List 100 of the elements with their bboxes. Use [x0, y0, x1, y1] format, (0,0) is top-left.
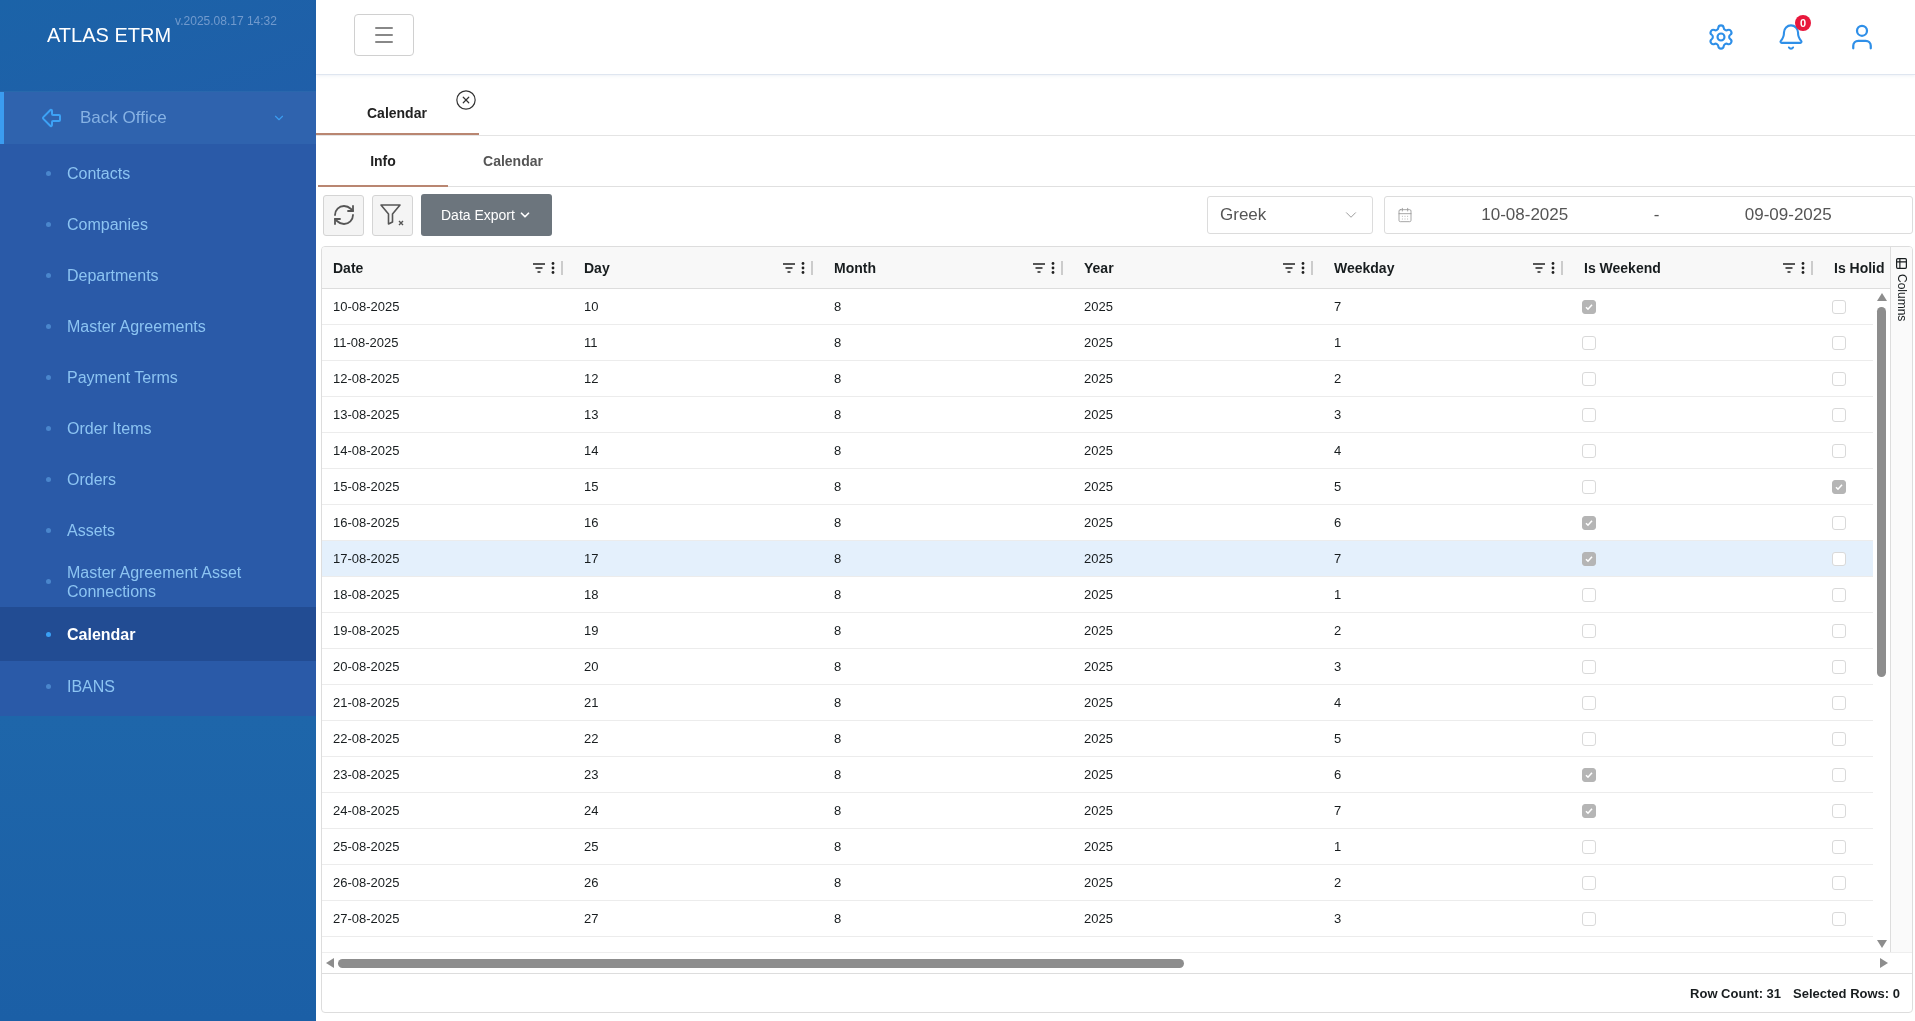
column-header[interactable]: Month: [823, 247, 1073, 288]
menu-item[interactable]: Contacts: [0, 148, 316, 199]
menu-group-label: Back Office: [80, 108, 168, 128]
table-cell: 2025: [1084, 407, 1113, 422]
menu-item[interactable]: Orders: [0, 454, 316, 505]
column-header[interactable]: Date: [322, 247, 573, 288]
column-header[interactable]: Day: [573, 247, 823, 288]
column-header[interactable]: Is Weekend: [1573, 247, 1823, 288]
settings-icon[interactable]: [1707, 23, 1735, 51]
column-menu-icon[interactable]: [1551, 261, 1555, 274]
document-tab[interactable]: Calendar: [316, 75, 479, 135]
table-cell: 8: [834, 911, 842, 926]
table-cell: 2025: [1084, 479, 1113, 494]
table-row[interactable]: 17-08-2025 17 8 2025 7: [322, 541, 1873, 577]
table-cell: 26-08-2025: [333, 875, 400, 890]
table-cell: 8: [834, 659, 842, 674]
table-cell: 15: [584, 479, 599, 494]
table-cell: 2025: [1084, 839, 1113, 854]
columns-panel-tab[interactable]: Columns: [1890, 247, 1912, 952]
table-cell: 2025: [1084, 803, 1113, 818]
filter-lines-icon[interactable]: [1283, 262, 1295, 273]
table-cell: 27: [584, 911, 599, 926]
table-cell: 24: [584, 803, 599, 818]
column-menu-icon[interactable]: [1051, 261, 1055, 274]
table-cell: 1: [1334, 587, 1342, 602]
column-menu-icon[interactable]: [801, 261, 805, 274]
calendar-icon: [1397, 207, 1413, 223]
table-cell: 7: [1334, 803, 1342, 818]
column-header[interactable]: Weekday: [1323, 247, 1573, 288]
table-cell: 8: [834, 875, 842, 890]
table-cell: 13-08-2025: [333, 407, 400, 422]
version-label: v.2025.08.17 14:32: [175, 14, 277, 28]
table-cell: 5: [1334, 731, 1342, 746]
table-cell: 11: [584, 335, 598, 350]
table-cell: 8: [834, 407, 842, 422]
table-cell: 6: [1334, 767, 1342, 782]
menu-item[interactable]: Master Agreements: [0, 301, 316, 352]
table-cell: 21: [584, 695, 599, 710]
menu-item[interactable]: Order Items: [0, 403, 316, 454]
menu-item[interactable]: Master Agreement Asset Connections: [0, 556, 316, 607]
app-title: ATLAS ETRM: [47, 24, 172, 47]
table-cell: 2: [1334, 875, 1342, 890]
table-cell: 8: [834, 371, 842, 386]
back-arrow-icon: [40, 106, 64, 130]
table-cell: 2025: [1084, 371, 1113, 386]
table-cell: 2025: [1084, 443, 1113, 458]
data-export-button[interactable]: Data Export: [421, 194, 552, 236]
filter-lines-icon[interactable]: [1533, 262, 1545, 273]
refresh-icon: [331, 203, 356, 227]
table-cell: 27-08-2025: [333, 911, 400, 926]
scroll-up-icon[interactable]: [1876, 293, 1887, 301]
menu-button[interactable]: [354, 14, 414, 56]
filter-lines-icon[interactable]: [1033, 262, 1045, 273]
filter-lines-icon[interactable]: [1783, 262, 1795, 273]
menu-item[interactable]: IBANS: [0, 661, 316, 712]
refresh-button[interactable]: [323, 194, 364, 236]
clear-filter-button[interactable]: [372, 194, 413, 236]
column-menu-icon[interactable]: [1801, 261, 1805, 274]
table-cell: 2025: [1084, 551, 1113, 566]
table-cell: 2025: [1084, 731, 1113, 746]
table-cell: 8: [834, 551, 842, 566]
tab[interactable]: Info: [318, 136, 448, 187]
table-icon: [1895, 257, 1908, 270]
table-cell: 23: [584, 767, 599, 782]
table-cell: 3: [1334, 659, 1342, 674]
table-cell: 14: [584, 443, 599, 458]
scroll-left-icon[interactable]: [326, 958, 334, 968]
table-cell: 24-08-2025: [333, 803, 400, 818]
notification-badge: 0: [1795, 15, 1811, 31]
table-cell: 2025: [1084, 695, 1113, 710]
table-cell: 2025: [1084, 911, 1113, 926]
selected-rows-label: Selected Rows: 0: [1793, 985, 1900, 1001]
calendar-select[interactable]: Greek: [1207, 196, 1373, 234]
menu-item[interactable]: Assets: [0, 505, 316, 556]
filter-lines-icon[interactable]: [533, 262, 545, 273]
date-range-field[interactable]: 10-08-2025 - 09-09-2025: [1384, 196, 1913, 234]
table-cell: 1: [1334, 839, 1342, 854]
column-menu-icon[interactable]: [1301, 261, 1305, 274]
table-cell: 8: [834, 515, 842, 530]
table-cell: 8: [834, 443, 842, 458]
table-cell: 11-08-2025: [333, 335, 399, 350]
column-menu-icon[interactable]: [551, 261, 555, 274]
table-cell: 1: [1334, 335, 1342, 350]
table-cell: 20-08-2025: [333, 659, 400, 674]
table-cell: 8: [834, 839, 842, 854]
tab[interactable]: Calendar: [448, 136, 578, 187]
table-cell: 8: [834, 695, 842, 710]
table-cell: 2: [1334, 371, 1342, 386]
menu-item[interactable]: Departments: [0, 250, 316, 301]
scroll-down-icon[interactable]: [1876, 940, 1887, 948]
column-header[interactable]: Year: [1073, 247, 1323, 288]
column-header[interactable]: Is Holid: [1823, 247, 1890, 288]
filter-lines-icon[interactable]: [783, 262, 795, 273]
close-icon[interactable]: [454, 89, 477, 111]
menu-item[interactable]: Companies: [0, 199, 316, 250]
menu-item[interactable]: Calendar: [0, 607, 316, 661]
menu-item[interactable]: Payment Terms: [0, 352, 316, 403]
table-cell: 2025: [1084, 515, 1113, 530]
table-cell: 3: [1334, 407, 1342, 422]
scroll-right-icon[interactable]: [1880, 958, 1888, 968]
